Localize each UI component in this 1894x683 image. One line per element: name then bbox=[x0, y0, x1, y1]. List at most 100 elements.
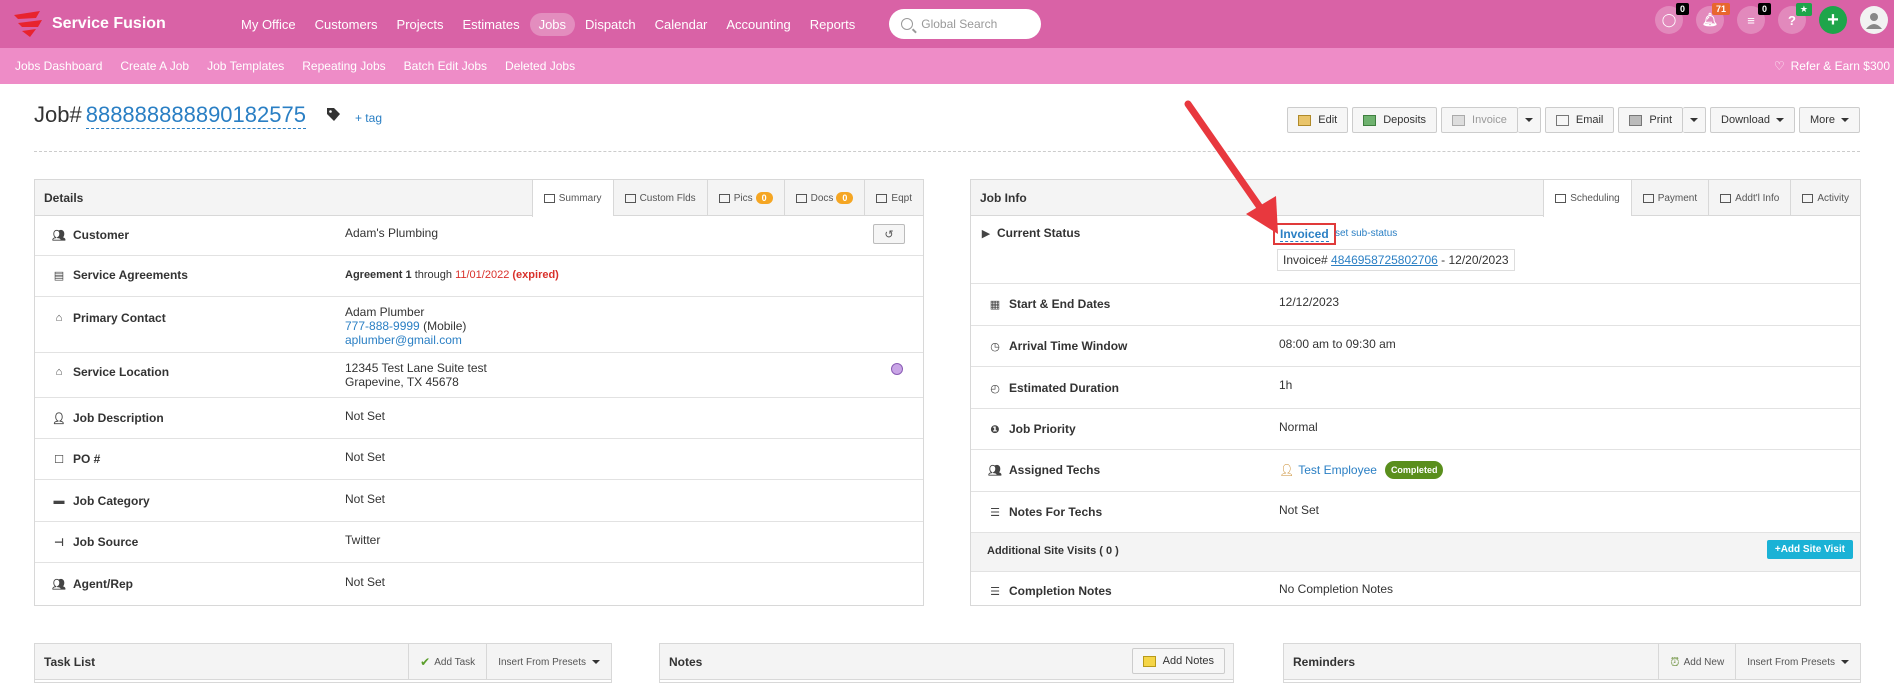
job-info-panel: Job Info Scheduling Payment Addt'l Info … bbox=[970, 179, 1861, 606]
add-notes-button[interactable]: Add Notes bbox=[1131, 648, 1225, 674]
subnav-deleted-jobs[interactable]: Deleted Jobs bbox=[505, 59, 575, 73]
nav-jobs[interactable]: Jobs bbox=[529, 12, 576, 36]
priority-value[interactable]: Normal bbox=[1279, 420, 1318, 434]
tech-name-link[interactable]: Test Employee bbox=[1298, 463, 1377, 477]
source-value[interactable]: Twitter bbox=[345, 533, 380, 547]
subnav-job-templates[interactable]: Job Templates bbox=[207, 59, 284, 73]
camera-icon bbox=[718, 193, 730, 203]
completion-value[interactable]: No Completion Notes bbox=[1279, 582, 1393, 596]
arrival-label: ◷ Arrival Time Window bbox=[987, 339, 1127, 353]
more-button[interactable]: More bbox=[1798, 107, 1860, 133]
dates-value[interactable]: 12/12/2023 bbox=[1279, 295, 1339, 309]
add-tag-link[interactable]: + tag bbox=[355, 111, 382, 125]
reminder-presets-button[interactable]: Insert From Presets bbox=[1735, 644, 1860, 680]
duration-value[interactable]: 1h bbox=[1279, 378, 1292, 392]
invoice-number-link[interactable]: 4846958725802706 bbox=[1331, 253, 1438, 267]
deposits-button[interactable]: Deposits bbox=[1352, 107, 1438, 133]
add-reminder-label: Add New bbox=[1683, 656, 1725, 668]
edit-button[interactable]: Edit bbox=[1287, 107, 1349, 133]
plus-glyph: + bbox=[1827, 8, 1839, 31]
add-site-visit-button[interactable]: +Add Site Visit bbox=[1766, 540, 1853, 559]
history-button[interactable]: ↺ bbox=[873, 224, 905, 244]
note-icon bbox=[1142, 655, 1156, 667]
tab-custom-fields[interactable]: Custom Flds bbox=[612, 180, 707, 216]
category-value[interactable]: Not Set bbox=[345, 492, 385, 506]
user-icon bbox=[1866, 13, 1882, 29]
contact-email[interactable]: aplumber@gmail.com bbox=[345, 333, 466, 347]
agreement-expired: (expired) bbox=[512, 269, 559, 281]
add-reminder-button[interactable]: ⏰︎ Add New bbox=[1658, 644, 1735, 680]
tab-scheduling[interactable]: Scheduling bbox=[1543, 180, 1631, 217]
techs-label-text: Assigned Techs bbox=[1009, 463, 1101, 477]
status-label[interactable]: ▶ Current Status bbox=[981, 226, 1081, 240]
task-presets-button[interactable]: Insert From Presets bbox=[486, 644, 611, 680]
tab-pics[interactable]: Pics 0 bbox=[706, 180, 784, 216]
nav-dispatch[interactable]: Dispatch bbox=[576, 13, 645, 36]
completion-notes-row: ☰ Completion Notes No Completion Notes bbox=[971, 572, 1860, 610]
invoice-dropdown-button[interactable] bbox=[1517, 107, 1541, 133]
agent-value[interactable]: Not Set bbox=[345, 575, 385, 589]
invoice-button[interactable]: Invoice bbox=[1441, 107, 1518, 133]
nav-estimates[interactable]: Estimates bbox=[454, 13, 529, 36]
nav-accounting[interactable]: Accounting bbox=[717, 13, 799, 36]
add-task-button[interactable]: ✔ Add Task bbox=[408, 644, 486, 680]
clipboard-icon bbox=[1720, 193, 1732, 203]
subnav-batch-edit[interactable]: Batch Edit Jobs bbox=[404, 59, 487, 73]
refer-earn-link[interactable]: ♡ Refer & Earn $300 bbox=[1774, 59, 1890, 73]
job-number[interactable]: 888888888890182575 bbox=[85, 102, 306, 129]
download-button[interactable]: Download bbox=[1710, 107, 1795, 133]
clock-icon: ◷ bbox=[990, 340, 1000, 353]
heart-icon: ♡ bbox=[1773, 59, 1785, 73]
contact-phone[interactable]: 777-888-9999 bbox=[345, 319, 420, 333]
print-dropdown-button[interactable] bbox=[1683, 107, 1707, 133]
description-value[interactable]: Not Set bbox=[345, 409, 385, 423]
add-new-button[interactable]: + bbox=[1819, 6, 1847, 34]
service-fusion-logo[interactable]: Service Fusion bbox=[12, 9, 212, 39]
tab-docs[interactable]: Docs 0 bbox=[783, 180, 865, 216]
task-list-actions: ✔ Add Task Insert From Presets bbox=[408, 644, 611, 680]
po-value[interactable]: Not Set bbox=[345, 450, 385, 464]
reminders-title: Reminders bbox=[1293, 654, 1356, 669]
email-button[interactable]: Email bbox=[1544, 107, 1615, 133]
help-icon[interactable]: ? ★ bbox=[1778, 3, 1812, 34]
completion-label-text: Completion Notes bbox=[1009, 584, 1112, 598]
nav-customers[interactable]: Customers bbox=[306, 13, 387, 36]
subnav-repeating-jobs[interactable]: Repeating Jobs bbox=[302, 59, 385, 73]
nav-reports[interactable]: Reports bbox=[801, 13, 865, 36]
main-nav: My Office Customers Projects Estimates J… bbox=[232, 12, 865, 36]
list-icon: ☰ bbox=[990, 585, 1000, 598]
nav-calendar[interactable]: Calendar bbox=[646, 13, 717, 36]
notes-value[interactable]: Not Set bbox=[1279, 503, 1319, 517]
customer-link[interactable]: Adam's Plumbing bbox=[345, 226, 438, 240]
agreement-name: Agreement 1 bbox=[345, 269, 412, 281]
tab-payment[interactable]: Payment bbox=[1630, 180, 1708, 216]
nav-my-office[interactable]: My Office bbox=[232, 13, 305, 36]
chevron-down-icon bbox=[1524, 118, 1533, 122]
tab-activity[interactable]: Activity bbox=[1790, 180, 1860, 216]
contact-name: Adam Plumber bbox=[345, 305, 425, 319]
list-icon bbox=[543, 194, 555, 203]
avatar[interactable] bbox=[1860, 6, 1888, 34]
tab-additional-info[interactable]: Addt'l Info bbox=[1708, 180, 1790, 216]
subnav-jobs-dashboard[interactable]: Jobs Dashboard bbox=[15, 59, 102, 73]
service-location-row: ⌂ Service Location 12345 Test Lane Suite … bbox=[35, 353, 923, 398]
gear-icon bbox=[1642, 193, 1654, 203]
chat-icon[interactable]: ◯ 0 bbox=[1655, 3, 1689, 34]
tasks-icon[interactable]: ≡ 0 bbox=[1737, 3, 1771, 34]
tech-status-badge: Completed bbox=[1384, 461, 1444, 479]
nav-projects[interactable]: Projects bbox=[388, 13, 453, 36]
print-button[interactable]: Print bbox=[1618, 107, 1684, 133]
bell-icon[interactable]: 🔔︎ 71 bbox=[1696, 3, 1730, 34]
tab-summary[interactable]: Summary bbox=[531, 180, 613, 217]
arrival-value[interactable]: 08:00 am to 09:30 am bbox=[1279, 337, 1396, 351]
location-value[interactable]: 12345 Test Lane Suite test Grapevine, TX… bbox=[345, 361, 487, 389]
tab-activity-label: Activity bbox=[1817, 192, 1849, 204]
set-sub-status-link[interactable]: set sub-status bbox=[1335, 228, 1397, 239]
status-value-box[interactable]: Invoiced bbox=[1273, 223, 1336, 245]
global-search-input[interactable]: Global Search bbox=[889, 9, 1042, 39]
tab-equipment[interactable]: Eqpt bbox=[864, 180, 923, 216]
list-icon bbox=[1802, 193, 1814, 203]
map-pin-icon[interactable] bbox=[891, 363, 903, 375]
subnav-create-job[interactable]: Create A Job bbox=[120, 59, 189, 73]
po-row: ☐ PO # Not Set bbox=[35, 439, 923, 480]
